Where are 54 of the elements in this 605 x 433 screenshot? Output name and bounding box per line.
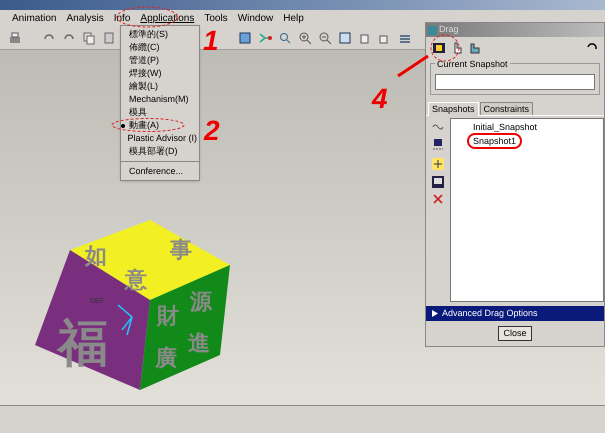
csys-marker-icon [117,304,134,336]
tab[interactable]: Snapshots [428,102,479,116]
dialog-title: Drag [439,23,459,36]
menu-item[interactable]: 繪製(L) [121,80,199,93]
menu-item[interactable]: 模具部署(D) [121,145,199,158]
annotation-number: 1 [203,25,219,56]
snapshot-camera-icon[interactable] [432,40,446,54]
zoom-out-icon[interactable] [318,30,332,44]
menu-item[interactable]: Mechanism(M) [121,93,199,106]
annotation-stroke [397,54,429,78]
character-glyph: 廣 [155,346,177,371]
close-button[interactable]: Close [498,326,532,341]
delete-icon[interactable] [433,194,443,204]
menu-item[interactable]: Window [236,10,276,26]
character-glyph: 如 [85,244,107,269]
current-snapshot-field[interactable] [435,74,595,90]
menu-item[interactable]: 動畫(A) [121,119,199,132]
character-glyph: 源 [190,290,212,315]
character-glyph: 福 [58,314,108,372]
character-glyph: 意 [125,268,147,293]
menu-item[interactable]: 焊接(W) [121,67,199,80]
snapshot-item[interactable]: Initial_Snapshot [469,120,542,132]
add-icon[interactable] [432,158,444,170]
menu-item[interactable]: 管道(P) [121,54,199,67]
menu-item[interactable]: Plastic Advisor (I) [121,132,199,145]
tab[interactable]: Constraints [480,102,534,114]
annotation-number: 2 [204,115,220,146]
menu-item[interactable]: 模具 [121,106,199,119]
annotation-number: 4 [372,83,388,114]
branch-icon[interactable] [258,30,272,44]
character-glyph: 進 [188,331,210,356]
menu-item[interactable]: 標準的(S) [121,28,199,41]
group-label: Current Snapshot [435,58,510,72]
save-snapshot-icon[interactable] [432,176,444,188]
copy-icon[interactable] [82,30,96,44]
menu-item[interactable]: Animation [10,10,58,26]
menu-item[interactable]: Conference... [121,165,199,178]
advanced-drag-options-bar[interactable]: Advanced Drag Options [426,306,604,321]
window-icon [428,26,437,34]
character-glyph: 財 [157,304,179,329]
snapshot-item[interactable]: Snapshot1 [469,134,520,146]
menu-item[interactable]: Help [281,10,306,26]
character-glyph: 事 [170,238,192,263]
bullet-icon [121,124,125,128]
menu-item[interactable]: 佈纜(C) [121,41,199,54]
zoom-icon[interactable] [278,30,292,44]
menu-item[interactable]: Analysis [64,10,106,26]
expand-arrow-icon [432,310,438,317]
menu-item[interactable]: Applications [138,10,196,26]
menu-item[interactable]: Tools [202,10,230,26]
zoom-in-icon[interactable] [298,30,312,44]
printer-icon[interactable] [8,30,22,44]
menu-item[interactable]: Info [112,10,132,26]
annotation-ellipse [430,34,460,62]
